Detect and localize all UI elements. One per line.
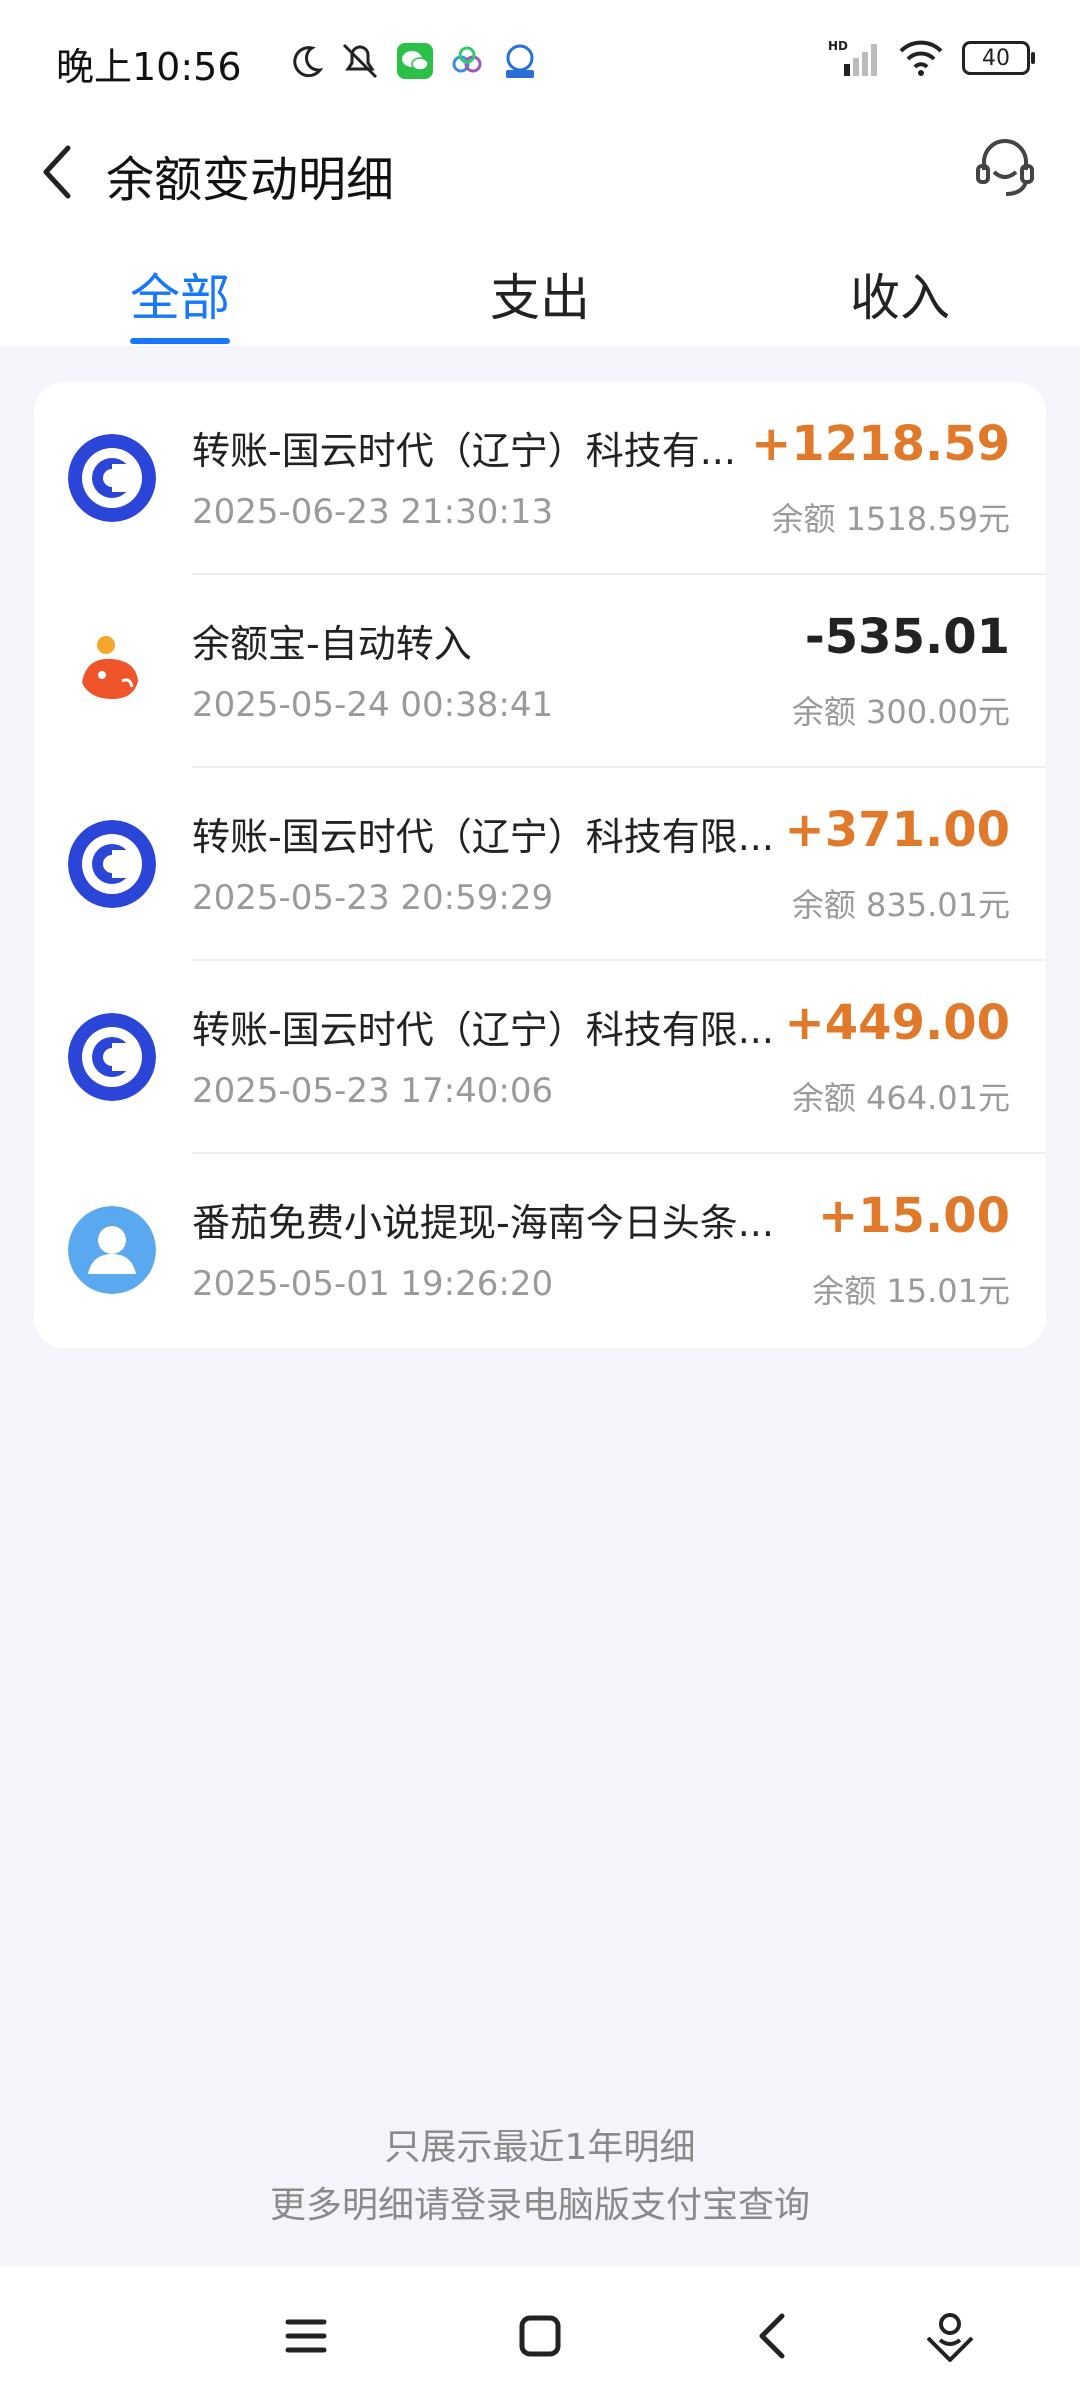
status-time: 晚上10:56 (56, 45, 242, 89)
network-type-label: HD (828, 39, 848, 53)
system-navigation-bar (0, 2266, 1080, 2400)
user-icon (68, 1206, 156, 1294)
wechat-icon (397, 43, 433, 79)
transaction-amount: +371.00 (784, 802, 1010, 858)
transaction-name: 转账-国云时代（辽宁）科技有限... (192, 1008, 774, 1052)
transaction-date: 2025-05-23 20:59:29 (192, 878, 554, 918)
back-nav-icon[interactable] (744, 2306, 804, 2366)
transaction-row[interactable]: 番茄免费小说提现-海南今日头条... 2025-05-01 19:26:20 +… (34, 1154, 1046, 1347)
transaction-row[interactable]: 转账-国云时代（辽宁）科技有限... 2025-05-23 20:59:29 +… (34, 768, 1046, 961)
transaction-list: 转账-国云时代（辽宁）科技有... 2025-06-23 21:30:13 +1… (34, 382, 1046, 1348)
battery-indicator: 40 (962, 41, 1035, 75)
moon-icon (293, 46, 324, 78)
transaction-row[interactable]: 转账-国云时代（辽宁）科技有... 2025-06-23 21:30:13 +1… (34, 382, 1046, 575)
transaction-date: 2025-05-01 19:26:20 (192, 1264, 554, 1304)
transaction-name: 余额宝-自动转入 (192, 622, 472, 666)
tab-income[interactable]: 收入 (780, 258, 1020, 330)
assistant-icon[interactable] (920, 2306, 980, 2366)
tab-expense[interactable]: 支出 (420, 258, 660, 330)
app-notify-icon (452, 46, 482, 73)
transaction-amount: +449.00 (784, 995, 1010, 1051)
mute-icon (342, 43, 378, 79)
transaction-date: 2025-05-24 00:38:41 (192, 685, 554, 725)
battery-level: 40 (982, 45, 1010, 71)
transaction-amount: +1218.59 (751, 416, 1010, 472)
transfer-icon (68, 434, 156, 522)
bank-app-icon (506, 44, 534, 78)
transaction-date: 2025-05-23 17:40:06 (192, 1071, 554, 1111)
desktop-query-note: 更多明细请登录电脑版支付宝查询 (269, 2185, 810, 2226)
transaction-balance: 余额 300.00元 (791, 693, 1010, 731)
status-left-icons (290, 36, 540, 86)
wifi-icon (899, 40, 943, 76)
history-range-note: 只展示最近1年明细 (384, 2127, 696, 2168)
transaction-row[interactable]: 余额宝-自动转入 2025-05-24 00:38:41 -535.01 余额 … (34, 575, 1046, 768)
transaction-balance: 余额 835.01元 (791, 886, 1010, 924)
transaction-balance: 余额 464.01元 (791, 1079, 1010, 1117)
status-right-icons: HD 40 (828, 38, 1035, 78)
transaction-name: 番茄免费小说提现-海南今日头条... (192, 1201, 774, 1245)
transfer-icon (68, 1013, 156, 1101)
status-bar: 晚上10:56 HD 40 (0, 0, 1080, 120)
transaction-balance: 余额 1518.59元 (771, 500, 1010, 538)
transaction-row[interactable]: 转账-国云时代（辽宁）科技有限... 2025-05-23 17:40:06 +… (34, 961, 1046, 1154)
yuebao-icon (68, 627, 156, 715)
back-arrow-icon[interactable] (30, 132, 90, 212)
page-header: 余额变动明细 (0, 120, 1080, 250)
filter-tabs: 全部 支出 收入 (0, 250, 1080, 346)
active-tab-indicator (130, 338, 230, 344)
transaction-amount: +15.00 (817, 1188, 1010, 1244)
page-title: 余额变动明细 (106, 152, 395, 208)
customer-service-icon[interactable] (970, 132, 1040, 202)
transaction-name: 转账-国云时代（辽宁）科技有... (192, 429, 736, 473)
transaction-balance: 余额 15.01元 (812, 1272, 1010, 1310)
transaction-name: 转账-国云时代（辽宁）科技有限... (192, 815, 774, 859)
home-icon[interactable] (510, 2306, 570, 2366)
menu-icon[interactable] (276, 2306, 336, 2366)
transaction-date: 2025-06-23 21:30:13 (192, 492, 554, 532)
tab-all[interactable]: 全部 (60, 258, 300, 330)
transaction-amount: -535.01 (804, 609, 1010, 665)
signal-icon: HD (828, 39, 877, 76)
transfer-icon (68, 820, 156, 908)
